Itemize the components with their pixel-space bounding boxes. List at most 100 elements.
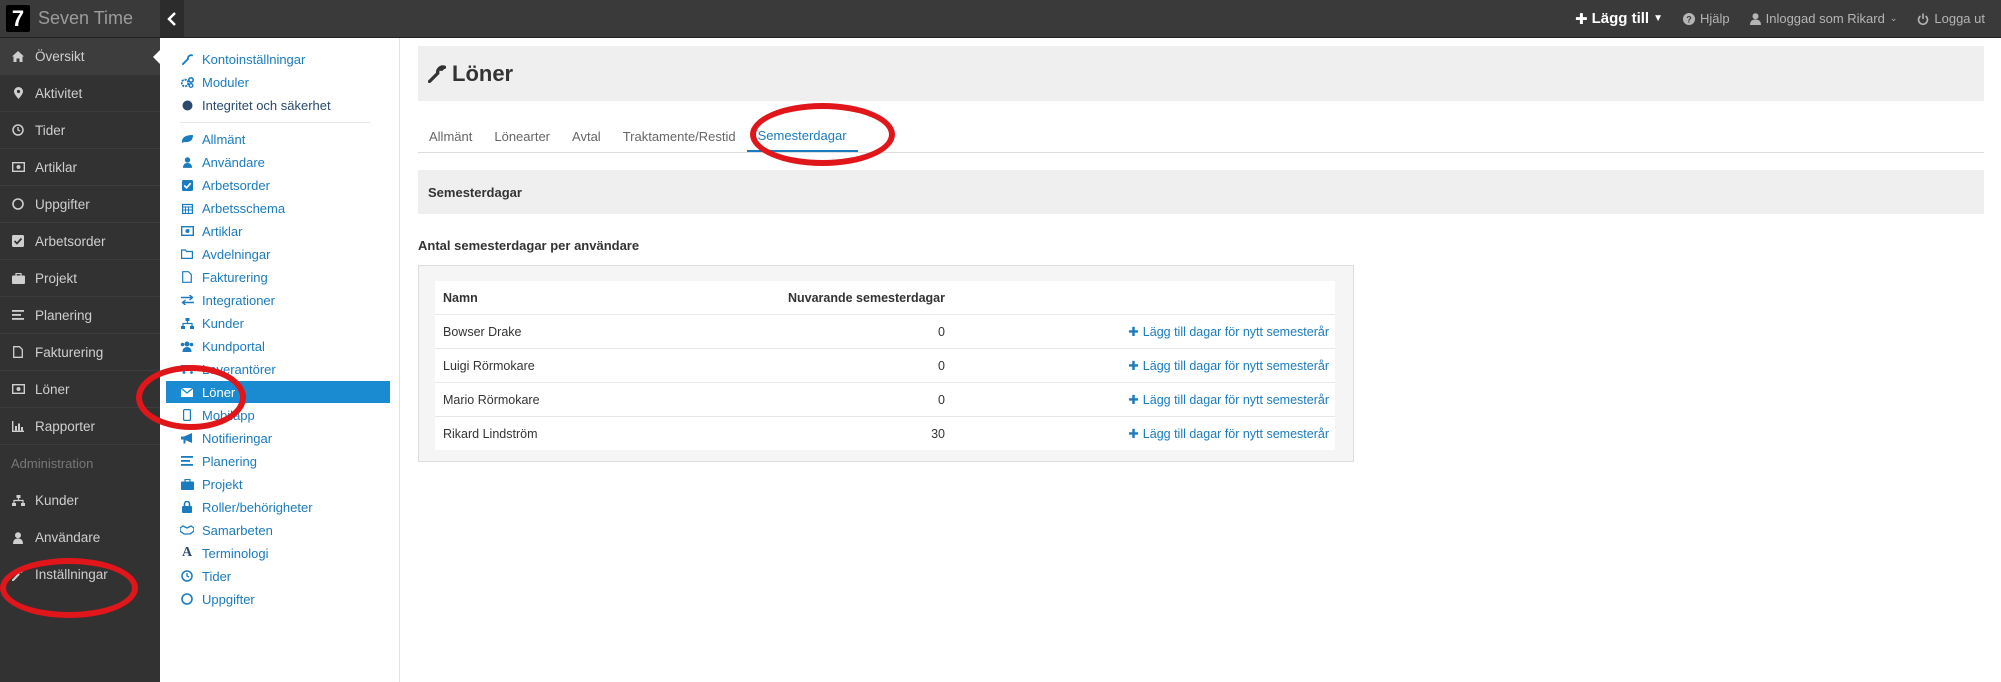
submenu-item-arbetsorder[interactable]: Arbetsorder <box>180 175 270 195</box>
submenu-item-label: Kunder <box>202 315 244 331</box>
handshake-icon <box>180 525 194 535</box>
cell-name: Rikard Lindström <box>443 426 538 441</box>
submenu-item-artiklar[interactable]: Artiklar <box>180 221 242 241</box>
check-square-icon <box>11 235 25 247</box>
submenu-item-label: Artiklar <box>202 223 243 239</box>
submenu-item-tider[interactable]: Tider <box>180 566 231 586</box>
vacation-days-table: Namn Nuvarande semesterdagar Bowser Drak… <box>435 281 1335 450</box>
sidebar-item-label: Kunder <box>35 493 79 508</box>
wrench-icon <box>11 568 25 581</box>
bullhorn-icon <box>180 432 194 444</box>
submenu-item-fakturering[interactable]: Fakturering <box>180 267 268 287</box>
submenu-item-loner[interactable]: Löner <box>166 381 390 403</box>
sidebar-item-anvandare[interactable]: Användare <box>0 519 160 556</box>
submenu-item-label: Användare <box>202 154 265 170</box>
submenu-item-moduler[interactable]: Moduler <box>180 72 249 92</box>
submenu-item-samarbeten[interactable]: Samarbeten <box>180 520 273 540</box>
sidebar-collapse-button[interactable] <box>160 0 184 37</box>
tab-allmant[interactable]: Allmänt <box>418 120 483 152</box>
sidebar-item-arbetsorder[interactable]: Arbetsorder <box>0 223 160 260</box>
plus-icon: ✚ <box>1128 359 1139 373</box>
clock-icon <box>11 124 25 136</box>
sidebar-item-oversikt[interactable]: Översikt <box>0 38 160 75</box>
exchange-icon <box>180 295 194 305</box>
help-label: Hjälp <box>1699 11 1730 26</box>
sidebar-item-planering[interactable]: Planering <box>0 297 160 334</box>
submenu-item-label: Projekt <box>202 476 243 492</box>
submenu-item-terminologi[interactable]: A Terminologi <box>180 543 269 563</box>
add-days-link[interactable]: ✚ Lägg till dagar för nytt semesterår <box>945 358 1335 374</box>
tab-semesterdagar[interactable]: Semesterdagar <box>746 120 858 152</box>
top-right-menu: ✚ Lägg till ▼ ? Hjälp Inloggad som Rikar… <box>1575 0 1985 37</box>
submenu-item-label: Kontoinställningar <box>202 51 306 67</box>
add-label: Lägg till <box>1591 10 1650 27</box>
tab-traktamente-restid[interactable]: Traktamente/Restid <box>612 120 747 152</box>
circle-icon <box>180 593 194 605</box>
user-menu[interactable]: Inloggad som Rikard ⌄ <box>1749 11 1897 26</box>
submenu-item-notifieringar[interactable]: Notifieringar <box>180 428 272 448</box>
sidebar-item-label: Arbetsorder <box>35 233 106 249</box>
submenu-item-label: Mobilapp <box>202 407 255 423</box>
sidebar-item-rapporter[interactable]: Rapporter <box>0 408 160 445</box>
submenu-item-label: Terminologi <box>202 545 269 561</box>
add-dropdown-button[interactable]: ✚ Lägg till ▼ <box>1575 10 1663 28</box>
calendar-icon <box>180 203 194 214</box>
question-circle-icon: ? <box>1682 12 1695 25</box>
tab-lonearter[interactable]: Lönearter <box>483 120 561 152</box>
sidebar-item-loner[interactable]: Löner <box>0 371 160 408</box>
sidebar-item-aktivitet[interactable]: Aktivitet <box>0 75 160 112</box>
submenu-item-anvandare[interactable]: Användare <box>180 152 265 172</box>
brand[interactable]: 7 Seven Time <box>0 0 160 37</box>
add-days-link[interactable]: ✚ Lägg till dagar för nytt semesterår <box>945 426 1335 442</box>
submenu-item-allmant[interactable]: Allmänt <box>180 129 245 149</box>
submenu-item-integrationer[interactable]: Integrationer <box>180 290 275 310</box>
submenu-item-label: Samarbeten <box>202 522 273 538</box>
logout-link[interactable]: Logga ut <box>1917 11 1985 26</box>
circle-icon <box>11 198 25 210</box>
sidebar-item-tider[interactable]: Tider <box>0 112 160 149</box>
file-icon <box>180 271 194 283</box>
main-content: Löner Allmänt Lönearter Avtal Traktament… <box>400 38 2001 682</box>
add-days-link[interactable]: ✚ Lägg till dagar för nytt semesterår <box>945 392 1335 408</box>
add-days-link[interactable]: ✚ Lägg till dagar för nytt semesterår <box>945 324 1335 340</box>
submenu-item-planering[interactable]: Planering <box>180 451 257 471</box>
help-link[interactable]: ? Hjälp <box>1682 11 1730 26</box>
tab-bar: Allmänt Lönearter Avtal Traktamente/Rest… <box>418 120 1984 153</box>
user-label: Inloggad som Rikard <box>1765 11 1885 26</box>
cell-days: 0 <box>938 358 945 373</box>
sidebar-item-projekt[interactable]: Projekt <box>0 260 160 297</box>
tab-avtal[interactable]: Avtal <box>561 120 612 152</box>
sidebar-item-uppgifter[interactable]: Uppgifter <box>0 186 160 223</box>
submenu-item-label: Arbetsschema <box>202 200 286 216</box>
sidebar-item-label: Planering <box>35 307 93 323</box>
cell-name: Bowser Drake <box>443 324 522 339</box>
submenu-item-kunder[interactable]: Kunder <box>180 313 244 333</box>
sidebar-item-kunder[interactable]: Kunder <box>0 482 160 519</box>
sitemap-icon <box>180 317 194 329</box>
sidebar-item-artiklar[interactable]: Artiklar <box>0 149 160 186</box>
submenu-item-kundportal[interactable]: Kundportal <box>180 336 265 356</box>
file-icon <box>11 346 25 358</box>
submenu-item-arbetsschema[interactable]: Arbetsschema <box>180 198 285 218</box>
submenu-item-avdelningar[interactable]: Avdelningar <box>180 244 270 264</box>
user-icon <box>11 531 25 544</box>
submenu-item-mobilapp[interactable]: Mobilapp <box>180 405 255 425</box>
plus-icon: ✚ <box>1575 10 1588 28</box>
submenu-item-roller[interactable]: Roller/behörigheter <box>180 497 313 517</box>
section-title: Semesterdagar <box>418 170 1984 214</box>
list-icon <box>180 456 194 466</box>
sitemap-icon <box>11 495 25 506</box>
submenu-item-kontoinstallningar[interactable]: Kontoinställningar <box>180 49 305 69</box>
wrench-icon <box>180 53 194 65</box>
badge-icon <box>180 100 194 111</box>
sidebar-item-fakturering[interactable]: Fakturering <box>0 334 160 371</box>
submenu-item-integritet[interactable]: Integritet och säkerhet <box>180 95 331 115</box>
submenu-item-leverantorer[interactable]: Leverantörer <box>180 359 276 379</box>
sidebar-item-installningar[interactable]: Inställningar <box>0 556 160 593</box>
money-icon <box>11 384 25 394</box>
submenu-item-projekt[interactable]: Projekt <box>180 474 242 494</box>
sidebar-item-label: Uppgifter <box>35 196 90 212</box>
font-icon: A <box>181 545 193 560</box>
submenu-item-uppgifter[interactable]: Uppgifter <box>180 589 255 609</box>
cell-name: Mario Rörmokare <box>443 392 540 407</box>
